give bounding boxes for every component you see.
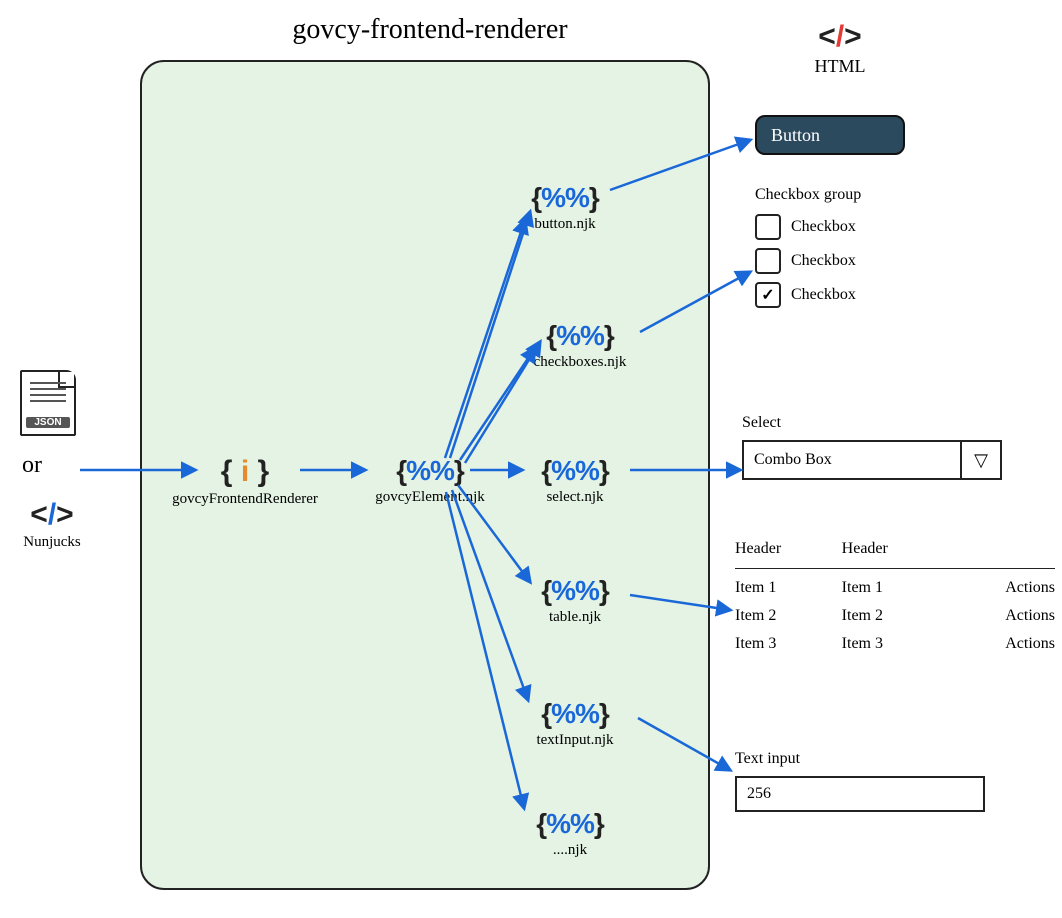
textinput-legend: Text input (735, 750, 985, 768)
template-table-njk: {%%} table.njk (515, 575, 635, 626)
table-header (948, 540, 1055, 558)
select-combo[interactable]: Combo Box ▽ (742, 440, 1002, 480)
table-row: Item 1 Item 1 Actions (735, 579, 1055, 597)
dispatcher-label: govcyElement.njk (355, 489, 505, 506)
template-textinput-njk: {%%} textInput.njk (505, 698, 645, 749)
chevron-down-icon: ▽ (960, 441, 1000, 479)
checkbox-label: Checkbox (791, 218, 856, 236)
checkbox-box-icon (755, 248, 781, 274)
nunjucks-label: Nunjucks (10, 534, 94, 551)
template-select-njk: {%%} select.njk (515, 455, 635, 506)
output-checkbox-group: Checkbox group Checkbox Checkbox ✓ Check… (755, 186, 955, 316)
checkbox-legend: Checkbox group (755, 186, 955, 204)
textinput-value: 256 (747, 785, 771, 803)
checkbox-box-icon: ✓ (755, 282, 781, 308)
diagram-title: govcy-frontend-renderer (150, 14, 710, 46)
checkbox-3[interactable]: ✓ Checkbox (755, 282, 955, 308)
table-header: Header (842, 540, 949, 558)
renderer-entry-node: { i } govcyFrontendRenderer (150, 455, 340, 508)
renderer-entry-label: govcyFrontendRenderer (150, 491, 340, 508)
dispatcher-node: {%%} govcyElement.njk (355, 455, 505, 506)
select-legend: Select (742, 414, 1002, 432)
html-icon: </> HTML (795, 20, 885, 77)
or-text: or (22, 452, 42, 479)
nunjucks-icon: </> Nunjucks (10, 498, 94, 551)
table-header: Header (735, 540, 842, 558)
checkbox-2[interactable]: Checkbox (755, 248, 955, 274)
output-table: Header Header Item 1 Item 1 Actions Item… (735, 540, 1055, 663)
textinput-field[interactable]: 256 (735, 776, 985, 812)
output-select: Select Combo Box ▽ (742, 414, 1002, 480)
output-button[interactable]: Button (755, 115, 905, 155)
checkbox-1[interactable]: Checkbox (755, 214, 955, 240)
json-file-icon: JSON (20, 370, 76, 440)
checkbox-label: Checkbox (791, 286, 856, 304)
table-row: Item 2 Item 2 Actions (735, 607, 1055, 625)
select-value: Combo Box (744, 451, 960, 469)
template-more-njk: {%%} ....njk (510, 808, 630, 859)
output-textinput: Text input 256 (735, 750, 985, 812)
checkbox-box-icon (755, 214, 781, 240)
template-button-njk: {%%} button.njk (505, 182, 625, 233)
template-checkboxes-njk: {%%} checkboxes.njk (505, 320, 655, 371)
table-row: Item 3 Item 3 Actions (735, 635, 1055, 653)
output-button-label: Button (771, 125, 820, 146)
checkbox-label: Checkbox (791, 252, 856, 270)
